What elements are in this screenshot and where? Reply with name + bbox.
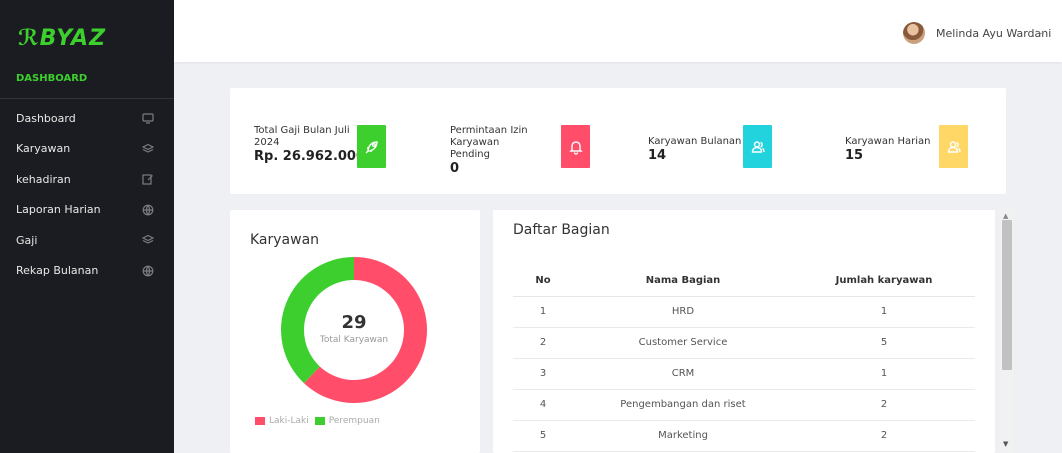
sidebar: ℛBYAZ DASHBOARD Dashboard Karyawan kehad…	[0, 0, 174, 453]
sidebar-item-label: Laporan Harian	[16, 203, 101, 217]
total-employee-label: Total Karyawan	[319, 335, 389, 345]
legend-label: Perempuan	[328, 416, 380, 426]
stat-karyawan-harian: Karyawan Harian 15	[845, 136, 931, 164]
sidebar-nav: Dashboard Karyawan kehadiran Laporan Har…	[0, 103, 174, 286]
department-list-card: Daftar Bagian No Nama Bagian Jumlah kary…	[493, 210, 995, 453]
cell-nama-bagian: HRD	[573, 296, 793, 328]
avatar[interactable]	[903, 22, 925, 44]
table-row: 4 Pengembangan dan riset 2	[513, 389, 975, 421]
chart-legend: Laki-Laki Perempuan	[255, 416, 386, 426]
stat-value: 0	[450, 161, 460, 176]
cell-jumlah: 5	[793, 327, 975, 359]
department-list-title: Daftar Bagian	[513, 222, 610, 238]
column-header-nama-bagian: Nama Bagian	[573, 266, 793, 297]
cell-nama-bagian: Marketing	[573, 420, 793, 452]
cell-no: 4	[513, 389, 573, 421]
legend-label: Laki-Laki	[269, 416, 309, 426]
stat-value: 14	[648, 148, 667, 163]
topbar	[174, 0, 1062, 62]
scrollbar-thumb[interactable]	[1002, 220, 1012, 370]
cell-nama-bagian: Pengembangan dan riset	[573, 389, 793, 421]
cell-jumlah: 2	[793, 389, 975, 421]
sidebar-item-rekap-bulanan[interactable]: Rekap Bulanan	[0, 256, 174, 287]
edit-icon	[142, 173, 154, 185]
sidebar-item-dashboard[interactable]: Dashboard	[0, 103, 174, 134]
users-icon	[939, 125, 968, 168]
sidebar-item-label: kehadiran	[16, 172, 71, 186]
column-header-no: No	[513, 266, 573, 297]
sidebar-item-kehadiran[interactable]: kehadiran	[0, 164, 174, 195]
cell-jumlah: 1	[793, 296, 975, 328]
sidebar-item-label: Karyawan	[16, 142, 71, 156]
stat-label: Karyawan Bulanan	[648, 136, 742, 147]
bell-icon	[561, 125, 590, 168]
scroll-down-arrow[interactable]: ▼	[1003, 440, 1008, 448]
stat-value: Rp. 26.962.000	[254, 149, 366, 164]
sidebar-item-label: Dashboard	[16, 111, 76, 125]
sidebar-item-laporan-harian[interactable]: Laporan Harian	[0, 195, 174, 226]
rocket-icon	[357, 125, 386, 168]
users-icon	[743, 125, 772, 168]
cell-nama-bagian: Customer Service	[573, 327, 793, 359]
stat-label: Karyawan Harian	[845, 136, 931, 147]
monitor-icon	[142, 112, 154, 124]
brand-logo[interactable]: ℛBYAZ	[18, 26, 106, 51]
column-header-jumlah: Jumlah karyawan	[793, 266, 975, 297]
stat-label: Total Gaji Bulan Juli 2024	[254, 125, 350, 148]
sidebar-item-label: Rekap Bulanan	[16, 264, 99, 278]
sidebar-item-label: Gaji	[16, 233, 38, 247]
table-row: 1 HRD 1	[513, 296, 975, 328]
sidebar-item-karyawan[interactable]: Karyawan	[0, 134, 174, 165]
globe-icon	[142, 265, 154, 277]
stat-izin-pending: Permintaan Izin Karyawan Pending 0	[450, 125, 542, 177]
legend-item-perempuan[interactable]: Perempuan	[314, 416, 380, 426]
employee-chart-card: Karyawan 29 Total Karyawan Laki-Laki Per…	[230, 210, 480, 453]
layers-icon	[142, 143, 154, 155]
sidebar-divider	[0, 98, 174, 99]
stat-karyawan-bulanan: Karyawan Bulanan 14	[648, 136, 744, 164]
cell-no: 1	[513, 296, 573, 328]
department-table: No Nama Bagian Jumlah karyawan 1 HRD 1 2…	[513, 266, 975, 452]
chevron-down-icon[interactable]: ﹀	[1036, 27, 1046, 42]
scroll-up-arrow[interactable]: ▲	[1003, 212, 1008, 220]
globe-icon	[142, 204, 154, 216]
cell-no: 2	[513, 327, 573, 359]
stat-label: Permintaan Izin Karyawan Pending	[450, 125, 528, 160]
table-row: 2 Customer Service 5	[513, 327, 975, 359]
user-menu-name[interactable]: Melinda Ayu Wardani	[936, 27, 1051, 40]
stat-total-gaji: Total Gaji Bulan Juli 2024 Rp. 26.962.00…	[254, 125, 372, 165]
layers-icon	[142, 234, 154, 246]
table-row: 3 CRM 1	[513, 358, 975, 390]
legend-item-laki-laki[interactable]: Laki-Laki	[255, 416, 309, 426]
table-header-row: No Nama Bagian Jumlah karyawan	[513, 266, 975, 297]
sidebar-section-label: DASHBOARD	[16, 73, 88, 84]
legend-swatch	[255, 417, 265, 425]
cell-jumlah: 1	[793, 358, 975, 390]
cell-no: 3	[513, 358, 573, 390]
total-employee-count: 29	[341, 312, 367, 333]
table-row: 5 Marketing 2	[513, 420, 975, 452]
stats-card: Total Gaji Bulan Juli 2024 Rp. 26.962.00…	[230, 88, 1006, 194]
sidebar-item-gaji[interactable]: Gaji	[0, 225, 174, 256]
cell-jumlah: 2	[793, 420, 975, 452]
cell-nama-bagian: CRM	[573, 358, 793, 390]
stat-value: 15	[845, 148, 864, 163]
cell-no: 5	[513, 420, 573, 452]
legend-swatch	[314, 417, 325, 425]
employee-chart-title: Karyawan	[250, 232, 320, 248]
